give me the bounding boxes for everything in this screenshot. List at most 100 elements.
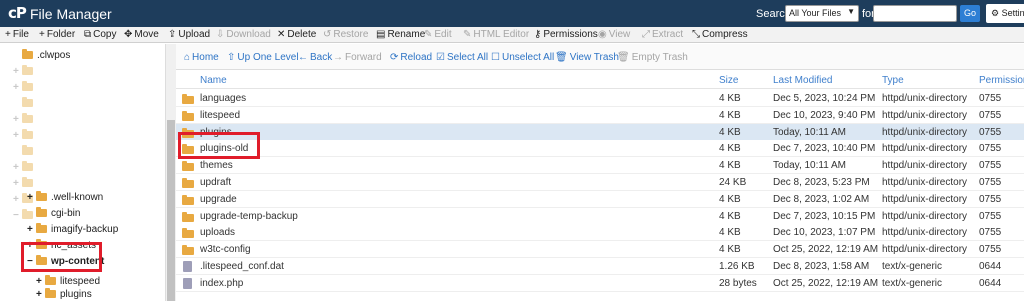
- file-name-cell: upgrade: [200, 193, 237, 205]
- delete-button[interactable]: ✕ Delete: [277, 29, 316, 40]
- nav-label: Up One Level: [237, 52, 299, 63]
- folder-icon: [22, 81, 33, 91]
- column-header-permissions[interactable]: Permissions: [979, 75, 1024, 86]
- table-row[interactable]: upgrade-temp-backup 4 KB Dec 7, 2023, 10:1…: [176, 207, 1024, 225]
- table-row[interactable]: uploads 4 KB Dec 10, 2023, 1:07 PM httpd/un…: [176, 224, 1024, 242]
- search-input[interactable]: [873, 5, 957, 22]
- extract-button[interactable]: ⤢ Extract: [642, 29, 683, 40]
- file-name-cell: upgrade-temp-backup: [200, 210, 298, 222]
- table-row[interactable]: w3tc-config 4 KB Oct 25, 2022, 12:19 AM htt…: [176, 241, 1024, 259]
- file-name-cell: .litespeed_conf.dat: [200, 261, 284, 272]
- cpanel-logo: cP: [8, 4, 27, 22]
- column-header-modified[interactable]: Last Modified: [773, 75, 832, 86]
- table-row[interactable]: themes 4 KB Today, 10:11 AM httpd/unix-dire…: [176, 157, 1024, 175]
- folder-icon: [22, 97, 33, 107]
- toolbar-label: Upload: [178, 29, 211, 40]
- file-modified-cell: Oct 25, 2022, 12:19 AM: [773, 244, 879, 256]
- folder-icon: [36, 191, 47, 201]
- restore-button[interactable]: ↺ Restore: [323, 29, 368, 40]
- tree-item[interactable]: [22, 145, 37, 162]
- expand-icon: +: [13, 114, 19, 125]
- file-permissions-cell: 0755: [979, 177, 1002, 188]
- file-size-cell: 4 KB: [719, 160, 741, 172]
- file-name-cell: w3tc-config: [200, 244, 251, 256]
- table-row[interactable]: updraft 24 KB Dec 8, 2023, 5:23 PM httpd/un…: [176, 174, 1024, 191]
- tree-item-clwpos[interactable]: .clwpos: [22, 49, 71, 66]
- file-type-cell: text/x-generic: [882, 261, 943, 272]
- column-header-size[interactable]: Size: [719, 75, 738, 86]
- tree-item-well-known[interactable]: + .well-known: [27, 191, 103, 208]
- home-button[interactable]: ⌂ Home: [184, 52, 219, 63]
- column-header-type[interactable]: Type: [882, 75, 904, 86]
- settings-button[interactable]: ⚙ Settings: [986, 4, 1024, 23]
- expand-icon: +: [27, 224, 33, 235]
- tree-item[interactable]: +: [13, 65, 37, 82]
- file-size-cell: 4 KB: [719, 193, 741, 205]
- reload-button[interactable]: ⟳ Reload: [390, 52, 432, 63]
- file-type-cell: httpd/unix-directory: [882, 143, 968, 155]
- tree-scrollbar[interactable]: [165, 44, 176, 301]
- tree-item-cgi-bin[interactable]: cgi-bin: [36, 207, 80, 224]
- forward-icon: →: [333, 52, 343, 63]
- file-permissions-cell: 0755: [979, 227, 1002, 239]
- move-button[interactable]: ✥ Move: [124, 29, 159, 40]
- upload-icon: ⇪: [168, 29, 177, 40]
- tree-item[interactable]: +: [13, 81, 37, 98]
- table-row[interactable]: plugins 4 KB Today, 10:11 AM httpd/unix-dir…: [176, 123, 1024, 141]
- copy-button[interactable]: ⧉ Copy: [84, 29, 117, 40]
- table-row[interactable]: plugins-old 4 KB Dec 7, 2023, 10:40 PM http…: [176, 140, 1024, 158]
- tree-item-imagify-backup[interactable]: + imagify-backup: [27, 223, 118, 240]
- tree-item-plugins[interactable]: + plugins: [36, 288, 92, 301]
- go-button[interactable]: Go: [960, 5, 980, 22]
- file-permissions-cell: 0755: [979, 109, 1002, 121]
- toolbar-label: HTML Editor: [473, 29, 530, 40]
- file-modified-cell: Dec 8, 2023, 1:02 AM: [773, 193, 870, 205]
- tree-item[interactable]: +: [13, 129, 37, 146]
- table-row[interactable]: index.php 28 bytes Oct 25, 2022, 12:19 AM t…: [176, 274, 1024, 292]
- tree-item[interactable]: +: [13, 161, 37, 178]
- file-permissions-cell: 0755: [979, 143, 1002, 155]
- table-row[interactable]: upgrade 4 KB Dec 8, 2023, 1:02 AM httpd/uni…: [176, 190, 1024, 208]
- new-file-button[interactable]: + File: [5, 29, 29, 40]
- tree-item[interactable]: +: [13, 113, 37, 130]
- table-row[interactable]: .litespeed_conf.dat 1.26 KB Dec 8, 2023, 1…: [176, 258, 1024, 275]
- scroll-thumb[interactable]: [167, 120, 175, 301]
- file-permissions-cell: 0755: [979, 93, 1002, 104]
- folder-icon: [182, 110, 194, 121]
- permissions-button[interactable]: ⚷ Permissions: [534, 29, 598, 40]
- view-trash-button[interactable]: 🗑 View Trash: [555, 52, 619, 63]
- file-permissions-cell: 0755: [979, 126, 1002, 138]
- toolbar-label: Delete: [287, 29, 317, 40]
- file-type-cell: text/x-generic: [882, 277, 943, 289]
- new-folder-button[interactable]: + Folder: [39, 29, 75, 40]
- back-button[interactable]: ← Back: [298, 52, 332, 63]
- file-name-cell: uploads: [200, 227, 236, 239]
- select-all-button[interactable]: ☑ Select All: [436, 52, 488, 63]
- file-modified-cell: Dec 5, 2023, 10:24 PM: [773, 93, 876, 104]
- empty-trash-button[interactable]: 🗑 Empty Trash: [617, 52, 688, 63]
- tree-item[interactable]: [22, 97, 37, 114]
- folder-icon: [182, 211, 194, 222]
- compress-button[interactable]: ⤡ Compress: [692, 29, 748, 40]
- folder-icon: [22, 113, 33, 123]
- table-row[interactable]: languages 4 KB Dec 5, 2023, 10:24 PM httpd/…: [176, 90, 1024, 107]
- html-editor-button[interactable]: ✎ HTML Editor: [463, 29, 529, 40]
- forward-button[interactable]: → Forward: [333, 52, 382, 63]
- nav-label: Home: [192, 52, 219, 63]
- up-one-level-button[interactable]: ⇧ Up One Level: [227, 52, 299, 63]
- unselect-all-button[interactable]: ☐ Unselect All: [491, 52, 554, 63]
- file-size-cell: 1.26 KB: [719, 261, 755, 272]
- view-button[interactable]: ◉ View: [598, 29, 630, 40]
- search-scope-select[interactable]: All Your Files ▼: [785, 5, 859, 22]
- edit-button[interactable]: ✎ Edit: [424, 29, 452, 40]
- upload-button[interactable]: ⇪ Upload: [168, 29, 210, 40]
- rename-button[interactable]: ▤ Rename: [376, 29, 425, 40]
- up-level-icon: ⇧: [227, 52, 236, 63]
- folder-icon: [36, 207, 47, 217]
- eye-icon: ◉: [598, 29, 607, 40]
- download-button[interactable]: ⇩ Download: [216, 29, 271, 40]
- restore-icon: ↺: [323, 29, 332, 40]
- column-header-name[interactable]: Name: [200, 75, 227, 86]
- table-row[interactable]: litespeed 4 KB Dec 10, 2023, 9:40 PM httpd/…: [176, 106, 1024, 124]
- tree-item-label: .clwpos: [37, 50, 71, 61]
